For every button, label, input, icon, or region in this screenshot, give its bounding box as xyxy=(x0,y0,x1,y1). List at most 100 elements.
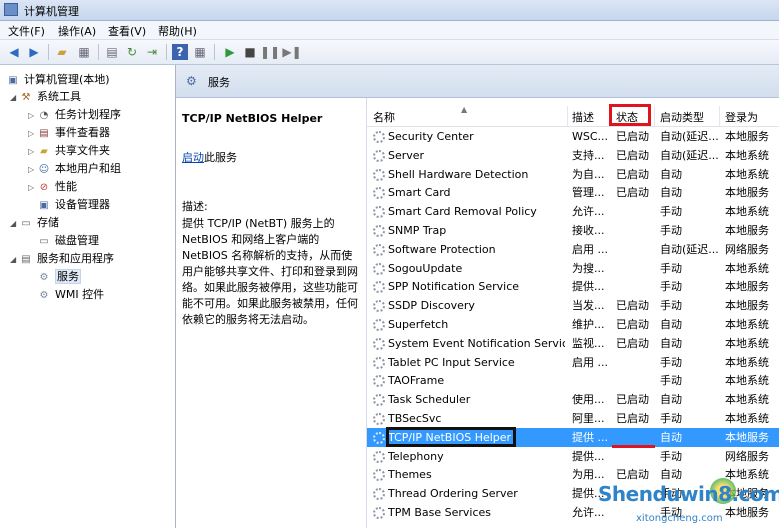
help-icon[interactable]: ? xyxy=(172,44,188,60)
service-row[interactable]: Telephony 提供... 手动 网络服务 xyxy=(367,447,779,466)
expand-icon[interactable]: ▷ xyxy=(28,125,37,142)
expand-icon[interactable]: ◢ xyxy=(10,215,19,232)
service-status-cell-text: 已启动 xyxy=(616,468,649,482)
service-logon-cell: 本地系统 xyxy=(725,371,779,390)
restart-icon[interactable]: ▶❚ xyxy=(282,44,301,60)
service-description-cell: 阿里... xyxy=(572,409,610,428)
service-row[interactable]: Security Center WSC... 已启动 自动(延迟... 本地服务 xyxy=(367,127,779,146)
service-startup-type-cell-text: 自动 xyxy=(660,336,682,350)
forward-arrow-icon[interactable]: ▶ xyxy=(26,44,42,60)
service-row[interactable]: SogouUpdate 为搜... 手动 本地系统 xyxy=(367,259,779,278)
tree-item-storage[interactable]: ◢ ▭ 存储 xyxy=(10,214,59,231)
service-row[interactable]: SSDP Discovery 当发... 已启动 手动 本地服务 xyxy=(367,296,779,315)
service-status-cell: 已启动 xyxy=(616,334,654,353)
service-status-cell: 已启动 xyxy=(616,315,654,334)
service-status-cell-text: 已启动 xyxy=(616,318,649,331)
service-logon-cell: 本地系统 xyxy=(725,409,779,428)
service-gear-icon xyxy=(373,131,385,143)
refresh-icon[interactable]: ↻ xyxy=(124,44,140,60)
service-startup-type-cell: 自动(延迟... xyxy=(660,127,718,146)
service-name-cell: Themes xyxy=(373,465,565,484)
tree-item-services[interactable]: ⚙ 服务 xyxy=(28,268,81,285)
services-gear-icon: ⚙ xyxy=(39,271,49,283)
expand-icon[interactable]: ▷ xyxy=(28,143,37,160)
column-header-log-on-as[interactable]: 登录为 xyxy=(725,109,758,125)
column-divider[interactable] xyxy=(719,106,720,126)
service-row[interactable]: TBSecSvc 阿里... 已启动 手动 本地系统 xyxy=(367,409,779,428)
play-icon[interactable]: ▶ xyxy=(222,44,238,60)
service-gear-icon xyxy=(373,394,385,407)
show-hide-tree-icon[interactable]: ▦ xyxy=(76,44,92,60)
service-startup-type-cell-text: 手动 xyxy=(660,299,682,313)
start-service-link[interactable]: 启动 xyxy=(182,151,204,164)
service-logon-cell-text: 本地系统 xyxy=(725,318,769,331)
export-list-icon[interactable]: ⇥ xyxy=(144,44,160,60)
tree-item-computer-management[interactable]: ▣ 计算机管理(本地) xyxy=(6,71,109,88)
service-description-cell: 监视... xyxy=(572,334,610,353)
tree-item-performance[interactable]: ▷ ⊘ 性能 xyxy=(28,178,77,195)
service-startup-type-cell-text: 手动 xyxy=(660,374,682,388)
service-row[interactable]: SPP Notification Service 提供... 手动 本地服务 xyxy=(367,277,779,296)
tree-item-services-and-applications[interactable]: ◢ ▤ 服务和应用程序 xyxy=(10,250,114,267)
pause-icon[interactable]: ❚❚ xyxy=(260,44,280,60)
tree-item-wmi-control[interactable]: ⚙ WMI 控件 xyxy=(28,286,105,303)
back-arrow-icon[interactable]: ◀ xyxy=(6,44,22,60)
tree-item-disk-management[interactable]: ▭ 磁盘管理 xyxy=(28,232,99,249)
menu-file[interactable]: 文件(F) xyxy=(8,23,45,39)
show-hide-action-icon[interactable]: ▦ xyxy=(192,44,208,60)
service-gear-icon xyxy=(373,168,385,181)
tree-item-shared-folders[interactable]: ▷ ▰ 共享文件夹 xyxy=(28,142,110,159)
service-row[interactable]: System Event Notification Service 监视... 已启… xyxy=(367,334,779,353)
service-logon-cell-text: 本地系统 xyxy=(725,374,769,388)
performance-icon: ⊘ xyxy=(39,181,49,193)
service-row[interactable]: Tablet PC Input Service 启用 ... 手动 本地系统 xyxy=(367,353,779,372)
service-description-cell-text: 启用 ... xyxy=(572,355,608,369)
expand-icon[interactable]: ◢ xyxy=(10,89,19,106)
expand-icon[interactable]: ◢ xyxy=(10,251,19,268)
toolbar-separator xyxy=(48,44,49,60)
tree-item-event-viewer[interactable]: ▷ ▤ 事件查看器 xyxy=(28,124,110,141)
service-row[interactable]: Task Scheduler 使用... 已启动 自动 本地系统 xyxy=(367,390,779,409)
up-folder-icon[interactable]: ▰ xyxy=(54,44,70,60)
column-header-startup-type[interactable]: 启动类型 xyxy=(660,109,704,125)
menu-bar: 文件(F) 操作(A) 查看(V) 帮助(H) xyxy=(0,21,779,40)
service-startup-type-cell-text: 手动 xyxy=(660,355,682,369)
service-description-cell-text: 为用... xyxy=(572,468,605,482)
service-status-cell: 已启动 xyxy=(616,127,654,146)
properties-icon[interactable]: ▤ xyxy=(104,44,120,60)
service-row[interactable]: TAOFrame 手动 本地系统 xyxy=(367,371,779,390)
service-gear-icon xyxy=(373,431,385,444)
selected-service-highlight-box xyxy=(386,427,516,447)
expand-icon[interactable]: ▷ xyxy=(28,161,37,178)
service-logon-cell-text: 本地系统 xyxy=(725,336,769,350)
tree-item-system-tools[interactable]: ◢ ⚒ 系统工具 xyxy=(10,88,81,105)
service-description-cell-text: 提供 ... xyxy=(572,430,608,444)
column-divider[interactable] xyxy=(654,106,655,126)
tree-item-task-scheduler[interactable]: ▷ ◔ 任务计划程序 xyxy=(28,106,121,123)
service-startup-type-cell: 自动 xyxy=(660,183,718,202)
service-startup-type-cell: 自动 xyxy=(660,428,718,447)
service-gear-icon xyxy=(373,225,385,237)
service-name-cell-text: System Event Notification Service xyxy=(388,336,565,350)
service-startup-type-cell: 手动 xyxy=(660,221,718,240)
service-row[interactable]: Shell Hardware Detection 为自... 已启动 自动 本地系统 xyxy=(367,165,779,184)
menu-help[interactable]: 帮助(H) xyxy=(158,23,197,39)
menu-view[interactable]: 查看(V) xyxy=(108,23,146,39)
expand-icon[interactable]: ▷ xyxy=(28,179,37,196)
service-row[interactable]: Superfetch 维护... 已启动 自动 本地系统 xyxy=(367,315,779,334)
users-icon: ☺ xyxy=(38,163,50,175)
column-divider[interactable] xyxy=(567,106,568,126)
column-header-name[interactable]: 名称 xyxy=(373,109,395,125)
expand-icon[interactable]: ▷ xyxy=(28,107,37,124)
service-row[interactable]: Software Protection 启用 ... 自动(延迟... 网络服务 xyxy=(367,240,779,259)
service-row[interactable]: SNMP Trap 接收... 手动 本地服务 xyxy=(367,221,779,240)
menu-action[interactable]: 操作(A) xyxy=(58,23,96,39)
stop-icon[interactable]: ■ xyxy=(242,44,258,60)
tree-item-local-users-groups[interactable]: ▷ ☺ 本地用户和组 xyxy=(28,160,121,177)
column-header-description[interactable]: 描述 xyxy=(572,109,594,125)
service-row[interactable]: Server 支持... 已启动 自动(延迟... 本地系统 xyxy=(367,146,779,165)
service-row[interactable]: Smart Card 管理... 已启动 自动 本地服务 xyxy=(367,183,779,202)
service-row[interactable]: Smart Card Removal Policy 允许... 手动 本地系统 xyxy=(367,202,779,221)
service-startup-type-cell: 自动(延迟... xyxy=(660,146,718,165)
tree-item-device-manager[interactable]: ▣ 设备管理器 xyxy=(28,196,110,213)
